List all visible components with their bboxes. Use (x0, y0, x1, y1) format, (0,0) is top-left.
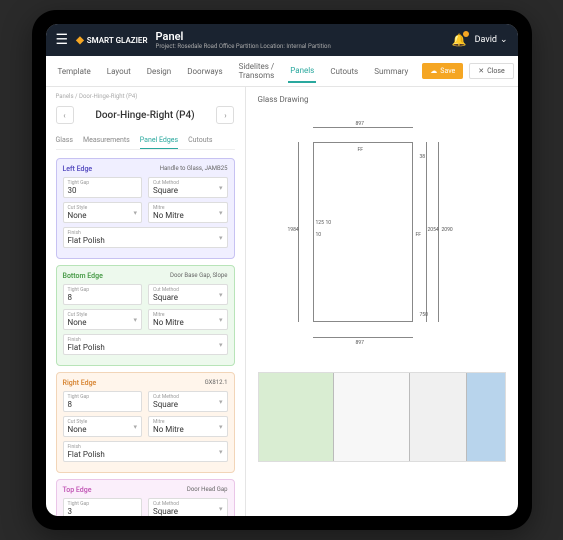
subtab-measurements[interactable]: Measurements (83, 132, 130, 149)
left-finish-select[interactable]: FinishFlat Polish (63, 227, 228, 248)
brand-logo: ◆SMART GLAZIER (76, 35, 147, 46)
next-panel-button[interactable]: › (216, 106, 234, 124)
main-tabs: Template Layout Design Doorways Sidelite… (46, 56, 518, 87)
bottom-gap-input[interactable]: Tight Gap8 (63, 284, 143, 305)
menu-icon[interactable]: ☰ (56, 32, 69, 48)
notification-icon[interactable]: 🔔 (452, 33, 467, 47)
glass-drawing: 897 FF FF 38 2090 2054 125 10 1984 10 75… (258, 112, 506, 362)
right-method-select[interactable]: Cut MethodSquare (148, 391, 228, 412)
page-title: Panel (156, 30, 444, 43)
top-edge-card: Top EdgeDoor Head Gap Tight Gap3 Cut Met… (56, 479, 235, 516)
save-button[interactable]: ☁ Save (422, 63, 463, 79)
breadcrumb: Panels / Door-Hinge-Right (P4) (56, 93, 235, 100)
tab-summary[interactable]: Summary (372, 61, 410, 82)
tab-template[interactable]: Template (56, 61, 93, 82)
tab-sidelites[interactable]: Sidelites / Transoms (237, 56, 277, 86)
drawing-title: Glass Drawing (258, 95, 506, 104)
right-mitre-select[interactable]: MitreNo Mitre (148, 416, 228, 437)
user-menu[interactable]: David ⌄ (475, 35, 508, 45)
left-style-select[interactable]: Cut StyleNone (63, 202, 143, 223)
elevation-view (258, 372, 506, 462)
tab-design[interactable]: Design (145, 61, 173, 82)
tab-doorways[interactable]: Doorways (185, 61, 224, 82)
top-gap-input[interactable]: Tight Gap3 (63, 498, 143, 516)
subtab-cutouts[interactable]: Cutouts (188, 132, 212, 149)
right-edge-card: Right EdgeGX812.1 Tight Gap8 Cut MethodS… (56, 372, 235, 473)
tab-cutouts[interactable]: Cutouts (328, 61, 360, 82)
subtab-panel-edges[interactable]: Panel Edges (140, 132, 178, 149)
tab-panels[interactable]: Panels (288, 60, 316, 83)
top-method-select[interactable]: Cut MethodSquare (148, 498, 228, 516)
left-gap-input[interactable]: Tight Gap30 (63, 177, 143, 198)
chevron-down-icon: ⌄ (500, 35, 508, 45)
bottom-mitre-select[interactable]: MitreNo Mitre (148, 309, 228, 330)
left-edge-card: Left EdgeHandle to Glass, JAMB25 Tight G… (56, 158, 235, 259)
subtab-glass[interactable]: Glass (56, 132, 74, 149)
bottom-method-select[interactable]: Cut MethodSquare (148, 284, 228, 305)
tab-layout[interactable]: Layout (105, 61, 133, 82)
left-method-select[interactable]: Cut MethodSquare (148, 177, 228, 198)
page-subtitle: Project: Rosedale Road Office Partition … (156, 43, 444, 50)
right-style-select[interactable]: Cut StyleNone (63, 416, 143, 437)
bottom-style-select[interactable]: Cut StyleNone (63, 309, 143, 330)
left-mitre-select[interactable]: MitreNo Mitre (148, 202, 228, 223)
right-finish-select[interactable]: FinishFlat Polish (63, 441, 228, 462)
right-gap-input[interactable]: Tight Gap8 (63, 391, 143, 412)
panel-title: Door-Hinge-Right (P4) (95, 110, 194, 121)
bottom-edge-card: Bottom EdgeDoor Base Gap, Slope Tight Ga… (56, 265, 235, 366)
close-button[interactable]: ✕ Close (469, 63, 513, 79)
bottom-finish-select[interactable]: FinishFlat Polish (63, 334, 228, 355)
prev-panel-button[interactable]: ‹ (56, 106, 74, 124)
